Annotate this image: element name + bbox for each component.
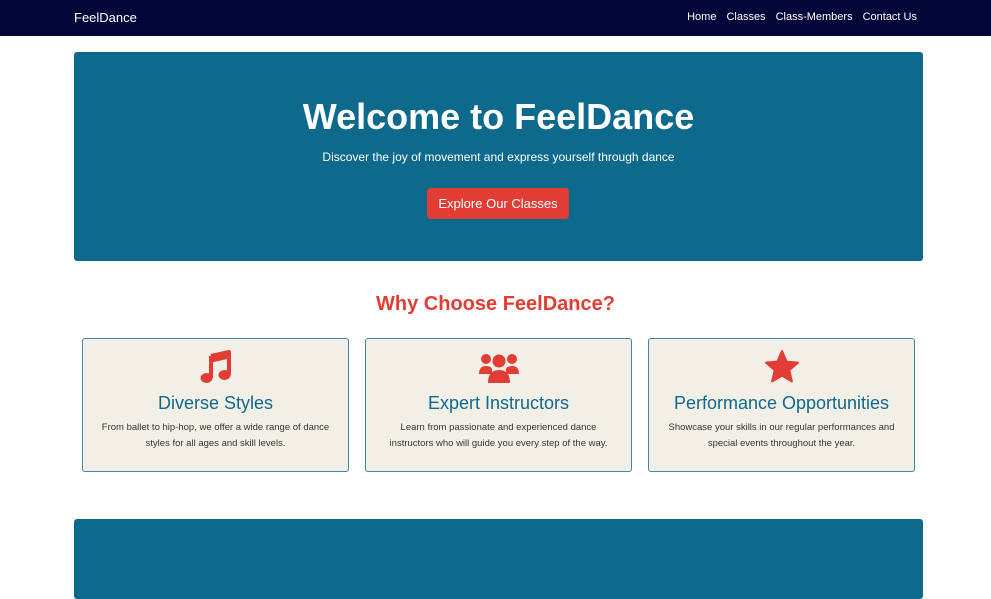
feature-card-title: Performance Opportunities <box>673 393 890 413</box>
brand-logo-link[interactable]: FeelDance <box>74 10 137 25</box>
feature-card-expert-instructors: Expert Instructors Learn from passionate… <box>365 338 632 472</box>
users-icon <box>366 349 631 385</box>
nav-link-classes[interactable]: Classes <box>726 11 765 23</box>
nav-link-home[interactable]: Home <box>687 11 716 23</box>
feature-card-text: Showcase your skills in our regular perf… <box>668 422 895 449</box>
hero-subtitle: Discover the joy of movement and express… <box>322 150 675 164</box>
feature-card-performance-opportunities: Performance Opportunities Showcase your … <box>648 338 915 472</box>
features-section: Diverse Styles From ballet to hip-hop, w… <box>0 338 991 472</box>
feature-card-diverse-styles: Diverse Styles From ballet to hip-hop, w… <box>82 338 349 472</box>
feature-card-text: From ballet to hip-hop, we offer a wide … <box>101 422 330 449</box>
star-icon <box>649 349 914 385</box>
explore-classes-button[interactable]: Explore Our Classes <box>427 188 569 219</box>
why-choose-heading: Why Choose FeelDance? <box>376 293 615 315</box>
feature-card-title: Diverse Styles <box>157 393 274 413</box>
next-section-banner <box>74 519 923 599</box>
nav-link-class-members[interactable]: Class-Members <box>776 11 853 23</box>
hero-title: Welcome to FeelDance <box>302 96 695 137</box>
music-note-icon <box>83 349 348 385</box>
nav-link-contact-us[interactable]: Contact Us <box>863 11 917 23</box>
feature-card-text: Learn from passionate and experienced da… <box>389 422 608 449</box>
feature-card-title: Expert Instructors <box>427 393 570 413</box>
top-navbar: FeelDance Home Classes Class-Members Con… <box>0 0 991 36</box>
nav-links: Home Classes Class-Members Contact Us <box>687 11 917 23</box>
hero-banner: Welcome to FeelDance Discover the joy of… <box>74 52 923 261</box>
